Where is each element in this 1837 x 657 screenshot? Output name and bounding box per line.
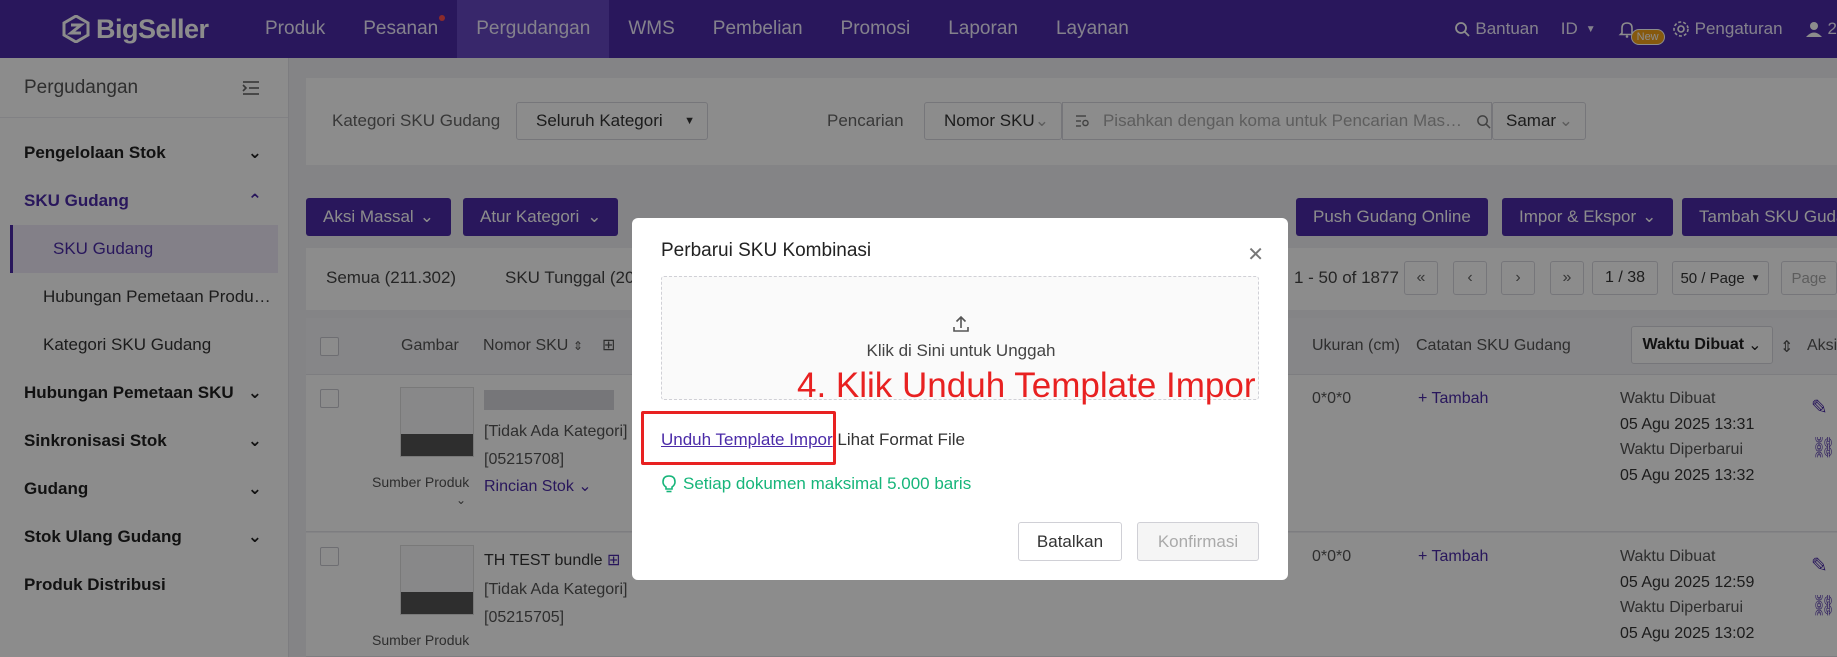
cancel-button[interactable]: Batalkan — [1018, 522, 1122, 561]
lightbulb-icon — [662, 475, 676, 493]
upload-icon — [953, 315, 969, 332]
upload-text: Klik di Sini untuk Unggah — [866, 341, 1056, 360]
tip-text: Setiap dokumen maksimal 5.000 baris — [683, 474, 972, 493]
modal-title: Perbarui SKU Kombinasi — [661, 240, 872, 261]
annotation-text: 4. Klik Unduh Template Impor — [797, 366, 1256, 405]
close-icon[interactable]: ✕ — [1247, 242, 1264, 267]
view-format-link[interactable]: Lihat Format File — [837, 430, 965, 449]
row-limit-tip: Setiap dokumen maksimal 5.000 baris — [661, 474, 971, 494]
confirm-button[interactable]: Konfirmasi — [1137, 522, 1259, 561]
annotation-highlight-box — [641, 411, 836, 465]
